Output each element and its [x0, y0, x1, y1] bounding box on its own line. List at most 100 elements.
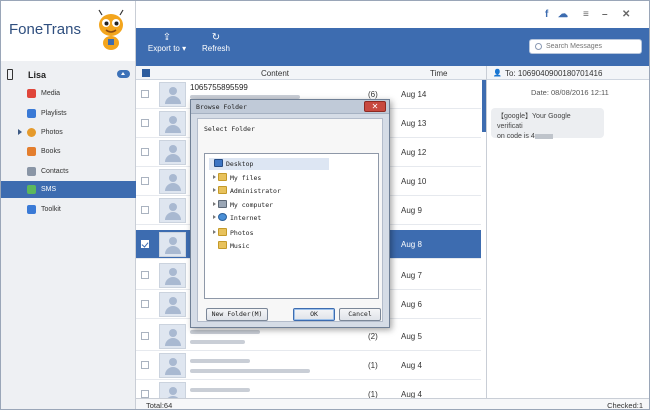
refresh-button[interactable]: ↻ Refresh: [201, 32, 231, 60]
sidebar-item-label: Playlists: [41, 110, 67, 117]
device-header[interactable]: Lisa: [1, 67, 136, 83]
sidebar-item-media[interactable]: Media: [1, 85, 136, 102]
row-date: Aug 4: [401, 390, 422, 398]
expand-icon[interactable]: [213, 188, 216, 192]
blurred-preview: [190, 340, 245, 344]
user-folder-icon: [218, 186, 227, 194]
blurred-preview: [190, 388, 250, 392]
minimize-icon[interactable]: –: [602, 9, 608, 20]
contact-icon: 👤: [493, 70, 502, 77]
folder-icon: [218, 173, 227, 181]
tree-item-label: Photos: [230, 229, 254, 237]
row-checkbox[interactable]: [141, 206, 149, 214]
checked-count: Checked:1: [607, 401, 643, 410]
table-row[interactable]: (1) Aug 4: [136, 380, 481, 398]
sidebar-item-label: Photos: [41, 129, 63, 136]
sidebar-item-label: SMS: [41, 186, 57, 193]
photos-icon: [27, 128, 36, 137]
ok-button[interactable]: OK: [293, 308, 335, 321]
row-date: Aug 10: [401, 177, 427, 186]
facebook-icon[interactable]: f: [545, 9, 548, 20]
dialog-titlebar[interactable]: Browse Folder ✕: [191, 100, 389, 114]
row-count: (1): [368, 390, 378, 398]
select-all-checkbox[interactable]: [142, 69, 150, 77]
sms-icon: [27, 185, 36, 194]
row-date: Aug 4: [401, 361, 422, 370]
contact-avatar-icon: [159, 292, 186, 317]
export-to-label: Export to: [147, 44, 180, 53]
row-checkbox[interactable]: [141, 361, 149, 369]
export-to-button[interactable]: ⇪ Export to ▾: [146, 32, 188, 60]
sidebar-item-sms[interactable]: SMS: [1, 181, 136, 198]
eject-icon[interactable]: [117, 70, 130, 78]
expand-icon[interactable]: [213, 175, 216, 179]
contact-avatar-icon: [159, 263, 186, 288]
row-date: Aug 12: [401, 148, 427, 157]
expand-icon[interactable]: [213, 202, 216, 206]
sidebar-item-label: Toolkit: [41, 206, 61, 213]
sidebar-item-contacts[interactable]: Contacts: [1, 163, 136, 180]
column-time[interactable]: Time: [430, 69, 447, 78]
sidebar-item-label: Contacts: [41, 168, 69, 175]
fonetrans-window: FoneTrans Lisa Media Playlists Photos Bo…: [0, 0, 650, 410]
sidebar-item-books[interactable]: Books: [1, 143, 136, 160]
row-date: Aug 5: [401, 332, 422, 341]
column-content[interactable]: Content: [261, 69, 289, 78]
row-checkbox[interactable]: [141, 177, 149, 185]
app-name: FoneTrans: [9, 21, 81, 38]
contact-avatar-icon: [159, 169, 186, 194]
row-checkbox-checked[interactable]: [141, 240, 149, 248]
tree-item-my-computer[interactable]: My computer: [213, 199, 333, 211]
expand-arrow-icon[interactable]: [18, 129, 22, 135]
status-bar: Total:64 Checked:1: [136, 398, 649, 410]
row-checkbox[interactable]: [141, 300, 149, 308]
blurred-code: [534, 133, 553, 139]
tree-item-desktop[interactable]: Desktop: [209, 158, 329, 170]
refresh-icon: ↻: [211, 32, 221, 43]
row-checkbox[interactable]: [141, 332, 149, 340]
folder-tree: Desktop My files Administrator My comput…: [204, 153, 379, 299]
message-line-1: 【google】Your Google verificati: [497, 113, 571, 130]
row-checkbox[interactable]: [141, 148, 149, 156]
menu-icon[interactable]: ≡: [583, 9, 589, 20]
search-box[interactable]: [529, 39, 642, 54]
row-checkbox[interactable]: [141, 119, 149, 127]
dialog-close-icon[interactable]: ✕: [364, 101, 386, 112]
cancel-button[interactable]: Cancel: [339, 308, 381, 321]
network-icon: [218, 213, 227, 221]
table-row[interactable]: (1) Aug 4: [136, 351, 481, 380]
sidebar-item-playlists[interactable]: Playlists: [1, 105, 136, 122]
tree-item-internet[interactable]: Internet: [213, 212, 333, 224]
new-folder-button[interactable]: New Folder(M): [206, 308, 268, 321]
conversation-panel: 👤 To: 1069040900180701416 Date: 08/08/20…: [486, 66, 649, 398]
sidebar-item-toolkit[interactable]: Toolkit: [1, 201, 136, 218]
sidebar-item-label: Books: [41, 148, 61, 155]
search-input[interactable]: [546, 41, 638, 52]
row-checkbox[interactable]: [141, 90, 149, 98]
tree-item-my-files[interactable]: My files: [213, 172, 333, 184]
row-date: Aug 6: [401, 300, 422, 309]
tree-item-administrator[interactable]: Administrator: [213, 185, 333, 197]
message-bubble: 【google】Your Google verificati on code i…: [491, 108, 604, 140]
tree-item-music[interactable]: Music: [213, 240, 333, 252]
close-icon[interactable]: ✕: [622, 9, 630, 20]
computer-icon: [218, 200, 227, 208]
export-icon: ⇪: [162, 32, 172, 43]
tree-item-photos[interactable]: Photos: [213, 227, 333, 239]
chat-icon[interactable]: ☁: [558, 9, 568, 20]
dialog-prompt: Select Folder: [204, 125, 255, 133]
device-name: Lisa: [28, 70, 47, 80]
contact-avatar-icon: [159, 140, 186, 165]
sidebar-item-photos[interactable]: Photos: [1, 124, 136, 141]
tree-item-label: Music: [230, 242, 250, 250]
row-checkbox[interactable]: [141, 271, 149, 279]
row-checkbox[interactable]: [141, 390, 149, 398]
row-number: 1065755895599: [190, 83, 248, 92]
total-count: Total:64: [146, 401, 173, 410]
message-line-2: on code is 4: [497, 133, 535, 140]
browse-folder-dialog: Browse Folder ✕ Select Folder Desktop My…: [190, 99, 390, 328]
expand-icon[interactable]: [213, 230, 216, 234]
folder-icon: [218, 241, 227, 249]
expand-icon[interactable]: [213, 215, 216, 219]
toolbar: f ☁ ≡ – ✕ ⇪ Export to ▾ ↻ Refresh: [136, 1, 649, 66]
